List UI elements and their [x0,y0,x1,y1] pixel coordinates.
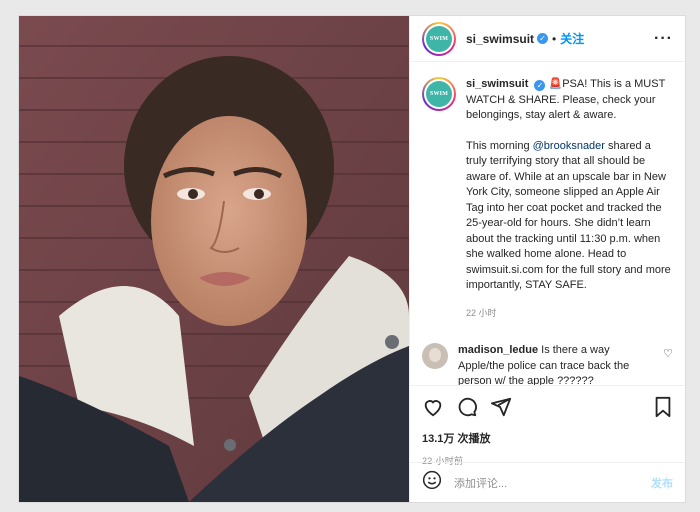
emoji-icon[interactable] [422,470,442,495]
follow-button[interactable]: 关注 [560,30,584,47]
separator-dot: • [552,31,557,46]
caption-p2-after: shared a truly terrifying story that all… [466,139,671,292]
post-side-panel: SWIM si_swimsuit ✓ • 关注 ··· SWIM si_swim… [409,16,685,502]
author-username[interactable]: si_swimsuit [466,32,534,46]
comment-item: madison_ledue Is there a way Apple/the p… [422,343,673,385]
verified-badge-icon: ✓ [537,33,549,44]
caption-avatar[interactable]: SWIM [422,77,456,111]
view-count[interactable]: 13.1万 次播放 [422,430,673,446]
post-dialog: SWIM si_swimsuit ✓ • 关注 ··· SWIM si_swim… [18,15,686,503]
share-send-icon[interactable] [490,396,512,418]
mention-link[interactable]: @brooksnader [533,140,605,152]
comment-text: madison_ledue Is there a way Apple/the p… [458,343,654,385]
commenter-username[interactable]: madison_ledue [458,344,538,356]
caption-timestamp[interactable]: 22 小时 [466,306,673,322]
commenter-avatar[interactable] [422,343,448,369]
bookmark-icon[interactable] [653,396,673,418]
caption-text: si_swimsuit ✓ 🚨PSA! This is a MUST WATCH… [466,77,673,321]
comment-like-icon[interactable]: ♡ [663,347,673,385]
add-comment-bar: 添加评论... 发布 [410,462,685,502]
video-frame-image [19,16,409,502]
caption-avatar-logo: SWIM [426,81,452,107]
comment-input[interactable]: 添加评论... [454,475,507,491]
comment-bubble-icon[interactable] [456,396,478,418]
avatar[interactable]: SWIM [422,21,456,56]
comments-scroll-area[interactable]: SWIM si_swimsuit ✓ 🚨PSA! This is a MUST … [410,63,685,385]
avatar-logo: SWIM [426,25,452,52]
siren-emoji-icon: 🚨 [548,78,563,90]
like-heart-icon[interactable] [422,396,444,418]
caption-verified-icon: ✓ [534,80,546,92]
caption: SWIM si_swimsuit ✓ 🚨PSA! This is a MUST … [422,77,673,321]
more-options-icon[interactable]: ··· [654,30,673,48]
post-comment-button[interactable]: 发布 [651,475,673,491]
post-video[interactable] [19,16,409,502]
post-header: SWIM si_swimsuit ✓ • 关注 ··· [410,16,685,62]
caption-p2-before: This morning [466,139,533,152]
caption-username[interactable]: si_swimsuit [466,78,528,90]
